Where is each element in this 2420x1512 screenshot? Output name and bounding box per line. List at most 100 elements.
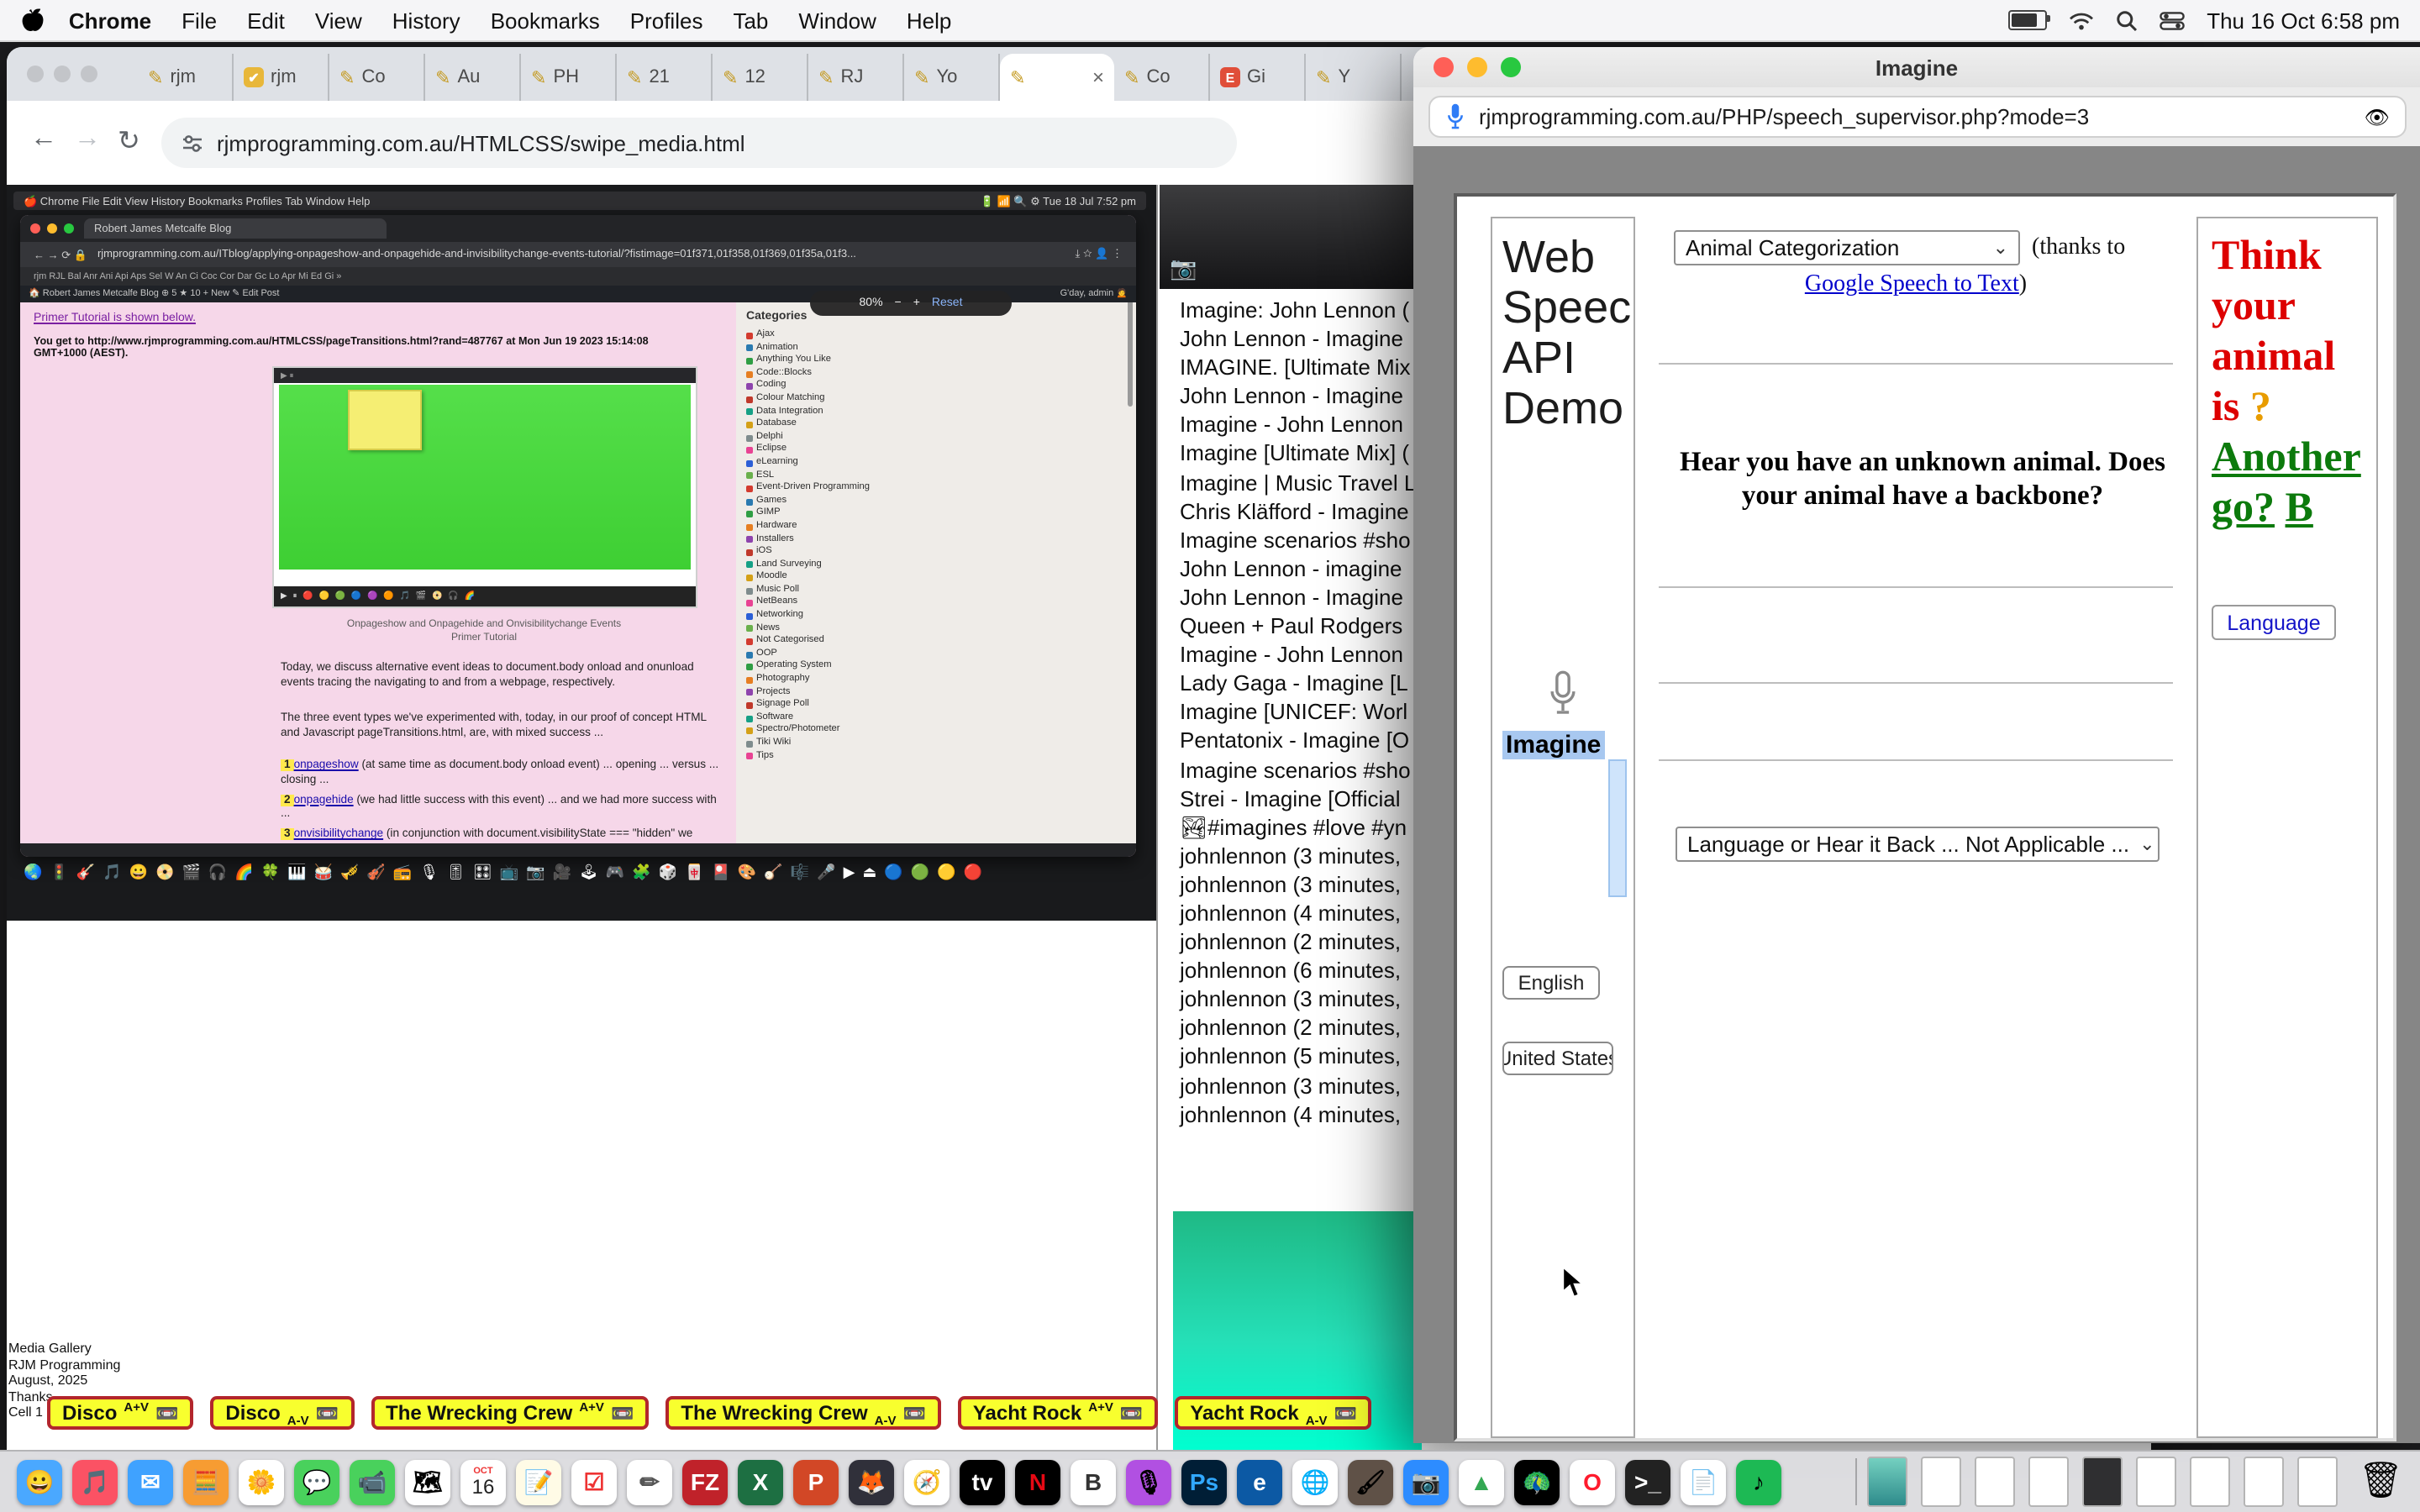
dock-textedit-icon[interactable]: 📄	[1681, 1459, 1726, 1504]
dock-firefox-icon[interactable]: 🦊	[849, 1459, 894, 1504]
dock-photos-icon[interactable]: 🌼	[239, 1459, 284, 1504]
dock-opera-icon[interactable]: O	[1570, 1459, 1615, 1504]
category-link[interactable]: ESL	[746, 470, 870, 482]
category-link[interactable]: iOS	[746, 546, 870, 559]
browser-tab[interactable]: ✎21	[617, 54, 713, 101]
media-button-the-wrecking-crew[interactable]: The Wrecking CrewA-V📼	[666, 1396, 941, 1430]
dock-thumbnail[interactable]	[1922, 1457, 1962, 1507]
dock-drive-icon[interactable]: ▲	[1459, 1459, 1504, 1504]
browser-tab[interactable]: ✎12	[713, 54, 808, 101]
category-link[interactable]: Animation	[746, 342, 870, 354]
browser-tab[interactable]: ✎Co	[329, 54, 425, 101]
category-link[interactable]: Ajax	[746, 329, 870, 342]
category-link[interactable]: Networking	[746, 610, 870, 622]
browser-tab[interactable]: ✎rjm	[138, 54, 234, 101]
category-link[interactable]: Games	[746, 495, 870, 507]
dock-calculator-icon[interactable]: 🧮	[183, 1459, 229, 1504]
language-button[interactable]: Language	[2212, 605, 2336, 640]
dock-zoom-icon[interactable]: 📷	[1403, 1459, 1449, 1504]
menu-history[interactable]: History	[392, 8, 460, 33]
dock-photoshop-icon[interactable]: Ps	[1181, 1459, 1227, 1504]
category-link[interactable]: Installers	[746, 533, 870, 546]
category-link[interactable]: Software	[746, 712, 870, 725]
browser-tab[interactable]: ✎Au	[425, 54, 521, 101]
apple-menu-icon[interactable]: 🍎	[20, 8, 45, 32]
browser-tab[interactable]: ✎Y	[1306, 54, 1402, 101]
menu-help[interactable]: Help	[907, 8, 952, 33]
english-button[interactable]: English	[1502, 966, 1600, 1000]
category-select[interactable]: Animal Categorization ⌄	[1674, 230, 2020, 265]
control-center-icon[interactable]	[2160, 11, 2185, 29]
primer-tutorial-link[interactable]: Primer Tutorial is shown below.	[34, 312, 196, 324]
dock-facetime-icon[interactable]: 📹	[350, 1459, 395, 1504]
country-button[interactable]: United States	[1502, 1042, 1613, 1075]
forward-icon[interactable]: →	[74, 124, 101, 155]
dock-finder-icon[interactable]: 😀	[17, 1459, 62, 1504]
category-link[interactable]: Database	[746, 418, 870, 431]
dock-mail-icon[interactable]: ✉	[128, 1459, 173, 1504]
site-settings-icon[interactable]	[182, 132, 203, 154]
menu-bookmarks[interactable]: Bookmarks	[491, 8, 600, 33]
microphone-icon[interactable]	[1445, 102, 1465, 131]
dock-thumbnail[interactable]	[2191, 1457, 2231, 1507]
selection-scrollbar[interactable]	[1608, 759, 1627, 897]
category-link[interactable]: Eclipse	[746, 444, 870, 457]
imagine-url-text[interactable]: rjmprogramming.com.au/PHP/speech_supervi…	[1479, 104, 2351, 129]
dock-filezilla-icon[interactable]: FZ	[682, 1459, 728, 1504]
category-link[interactable]: Tiki Wiki	[746, 738, 870, 750]
category-link[interactable]: Not Categorised	[746, 636, 870, 648]
embedded-screenshot[interactable]: 🍎 Chrome File Edit View History Bookmark…	[7, 185, 1156, 921]
microphone-button[interactable]	[1546, 669, 1580, 719]
category-link[interactable]: Music Poll	[746, 585, 870, 597]
media-button-yacht-rock[interactable]: Yacht RockA-V📼	[1175, 1396, 1372, 1430]
category-link[interactable]: Data Integration	[746, 406, 870, 418]
dock-safari-icon[interactable]: 🧭	[904, 1459, 950, 1504]
category-link[interactable]: Tips	[746, 750, 870, 763]
dock-thumbnail[interactable]	[1975, 1457, 2016, 1507]
menu-window[interactable]: Window	[798, 8, 876, 33]
dock-reminders-icon[interactable]: ☑	[571, 1459, 617, 1504]
category-link[interactable]: News	[746, 622, 870, 635]
browser-tab[interactable]: ✔rjm	[234, 54, 329, 101]
code-link[interactable]: onpagehide	[294, 794, 354, 806]
dock-thumbnail[interactable]	[1868, 1457, 1908, 1507]
browser-tab[interactable]: ✎Yo	[904, 54, 1000, 101]
category-link[interactable]: Colour Matching	[746, 393, 870, 406]
menu-file[interactable]: File	[182, 8, 217, 33]
search-icon[interactable]	[2116, 9, 2138, 31]
category-link[interactable]: Hardware	[746, 521, 870, 533]
media-button-the-wrecking-crew[interactable]: The Wrecking CrewA+V📼	[371, 1396, 649, 1430]
category-link[interactable]: Signage Poll	[746, 699, 870, 711]
window-close-button[interactable]	[27, 66, 44, 82]
back-icon[interactable]: ←	[30, 124, 57, 155]
dock-thumbnail[interactable]	[2244, 1457, 2285, 1507]
browser-tab[interactable]: EGi	[1210, 54, 1306, 101]
category-link[interactable]: Delphi	[746, 432, 870, 444]
dock-gimp-icon[interactable]: 🖌	[1348, 1459, 1393, 1504]
trash-icon[interactable]: 🗑	[2359, 1462, 2403, 1502]
category-link[interactable]: OOP	[746, 648, 870, 661]
category-link[interactable]: GIMP	[746, 508, 870, 521]
code-link[interactable]: onpageshow	[294, 759, 359, 771]
dock-bible-icon[interactable]: B	[1071, 1459, 1116, 1504]
imagine-title-bar[interactable]: Imagine	[1413, 47, 2420, 87]
dock-thumbnail[interactable]	[2083, 1457, 2123, 1507]
menu-edit[interactable]: Edit	[247, 8, 285, 33]
category-link[interactable]: Operating System	[746, 661, 870, 674]
dock-freeform-icon[interactable]: ✏	[627, 1459, 672, 1504]
dock-thumbnail[interactable]	[2137, 1457, 2177, 1507]
active-app-name[interactable]: Chrome	[69, 8, 151, 33]
media-button-disco[interactable]: DiscoA-V📼	[210, 1396, 354, 1430]
menu-tab[interactable]: Tab	[733, 8, 768, 33]
dock-peacock-icon[interactable]: 🦚	[1514, 1459, 1560, 1504]
tab-close-icon[interactable]: ×	[1092, 66, 1104, 89]
dock-podcasts-icon[interactable]: 🎙	[1126, 1459, 1171, 1504]
dock-netflix-icon[interactable]: N	[1015, 1459, 1060, 1504]
dock-powerpoint-icon[interactable]: P	[793, 1459, 839, 1504]
category-link[interactable]: NetBeans	[746, 597, 870, 610]
category-link[interactable]: Moodle	[746, 572, 870, 585]
imagine-address-bar[interactable]: rjmprogramming.com.au/PHP/speech_supervi…	[1428, 96, 2407, 138]
zoom-out-button[interactable]: −	[895, 297, 902, 309]
category-link[interactable]: Projects	[746, 686, 870, 699]
menu-view[interactable]: View	[315, 8, 362, 33]
